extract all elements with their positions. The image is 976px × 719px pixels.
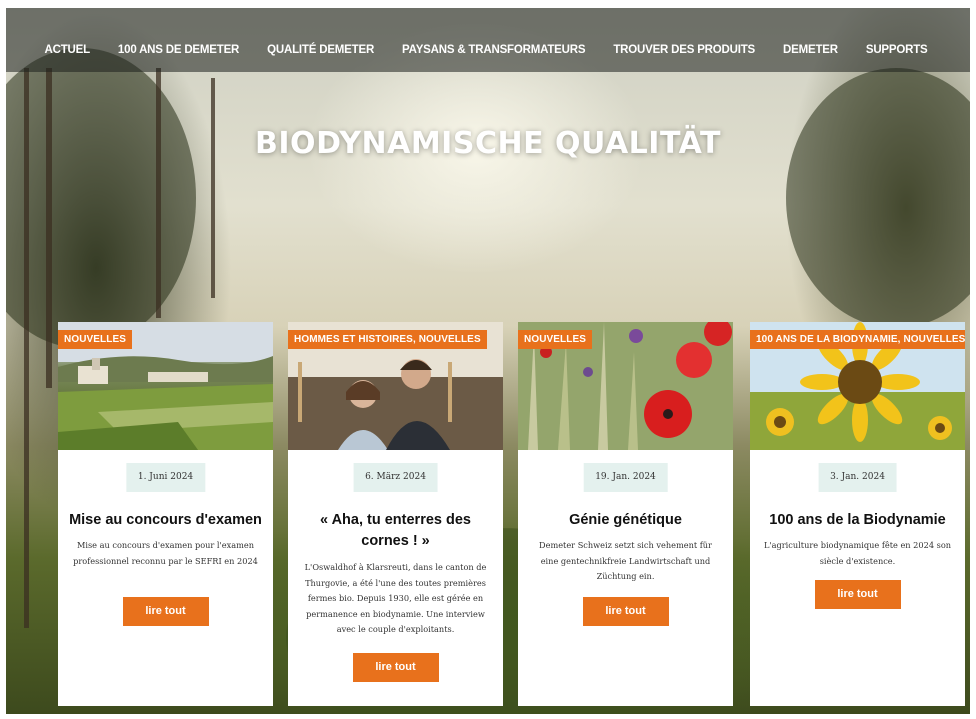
card-date: 19. Jan. 2024 <box>583 463 668 492</box>
card-image-poppies[interactable]: NOUVELLES <box>518 322 733 450</box>
card-title[interactable]: « Aha, tu enterres des cornes ! » <box>298 510 493 552</box>
hero-title: BIODYNAMISCHE QUALITÄT <box>255 126 721 161</box>
card-category-tag[interactable]: NOUVELLES <box>58 330 133 349</box>
card-excerpt: Mise au concours d'examen pour l'examen … <box>73 540 258 566</box>
nav-item-demeter[interactable]: DEMETER <box>783 44 838 56</box>
card-image-sunflower[interactable]: 100 ANS DE LA BIODYNAMIE, NOUVELLES <box>750 322 965 450</box>
card-excerpt: L'Oswaldhof à Klarsreuti, dans le canton… <box>304 562 487 634</box>
read-more-button[interactable]: lire tout <box>582 597 669 626</box>
card-title[interactable]: Génie génétique <box>528 510 723 531</box>
card-excerpt: Demeter Schweiz setzt sich vehement für … <box>539 540 712 581</box>
nav-item-trouver-produits[interactable]: TROUVER DES PRODUITS <box>613 44 755 56</box>
news-card: NOUVELLES 19. Jan. 2024 Génie génétique … <box>518 322 733 706</box>
news-card: NOUVELLES 1. Juni 2024 Mise au concours … <box>58 322 273 706</box>
card-excerpt: L'agriculture biodynamique fête en 2024 … <box>763 540 952 566</box>
nav-item-100-ans-demeter[interactable]: 100 ANS DE DEMETER <box>118 44 239 56</box>
tree-trunk <box>211 78 215 298</box>
tree-foliage-left <box>6 48 196 348</box>
card-title[interactable]: 100 ans de la Biodynamie <box>760 510 955 531</box>
card-date: 1. Juni 2024 <box>125 463 206 492</box>
tree-trunk <box>156 68 161 318</box>
read-more-button[interactable]: lire tout <box>122 597 209 626</box>
card-image-landscape[interactable]: NOUVELLES <box>58 322 273 450</box>
news-card: 100 ANS DE LA BIODYNAMIE, NOUVELLES 3. J… <box>750 322 965 706</box>
card-category-tag[interactable]: HOMMES ET HISTOIRES, NOUVELLES <box>288 330 487 349</box>
nav-item-supports[interactable]: SUPPORTS <box>866 44 928 56</box>
nav-item-actuel[interactable]: ACTUEL <box>44 44 90 56</box>
read-more-button[interactable]: lire tout <box>814 580 901 609</box>
tree-foliage-right <box>786 68 970 328</box>
card-title[interactable]: Mise au concours d'examen <box>68 510 263 531</box>
nav-item-paysans-transformateurs[interactable]: PAYSANS & TRANSFORMATEURS <box>402 44 585 56</box>
card-category-tag[interactable]: 100 ANS DE LA BIODYNAMIE, NOUVELLES <box>750 330 965 349</box>
news-card: HOMMES ET HISTOIRES, NOUVELLES 6. März 2… <box>288 322 503 706</box>
main-navigation: ACTUEL 100 ANS DE DEMETER QUALITÉ DEMETE… <box>6 8 970 72</box>
card-image-couple[interactable]: HOMMES ET HISTOIRES, NOUVELLES <box>288 322 503 450</box>
card-category-tag[interactable]: NOUVELLES <box>518 330 593 349</box>
nav-item-qualite-demeter[interactable]: QUALITÉ DEMETER <box>267 44 374 56</box>
read-more-button[interactable]: lire tout <box>352 653 439 682</box>
tree-trunk <box>46 68 52 388</box>
card-date: 3. Jan. 2024 <box>818 463 897 492</box>
card-date: 6. März 2024 <box>353 463 438 492</box>
